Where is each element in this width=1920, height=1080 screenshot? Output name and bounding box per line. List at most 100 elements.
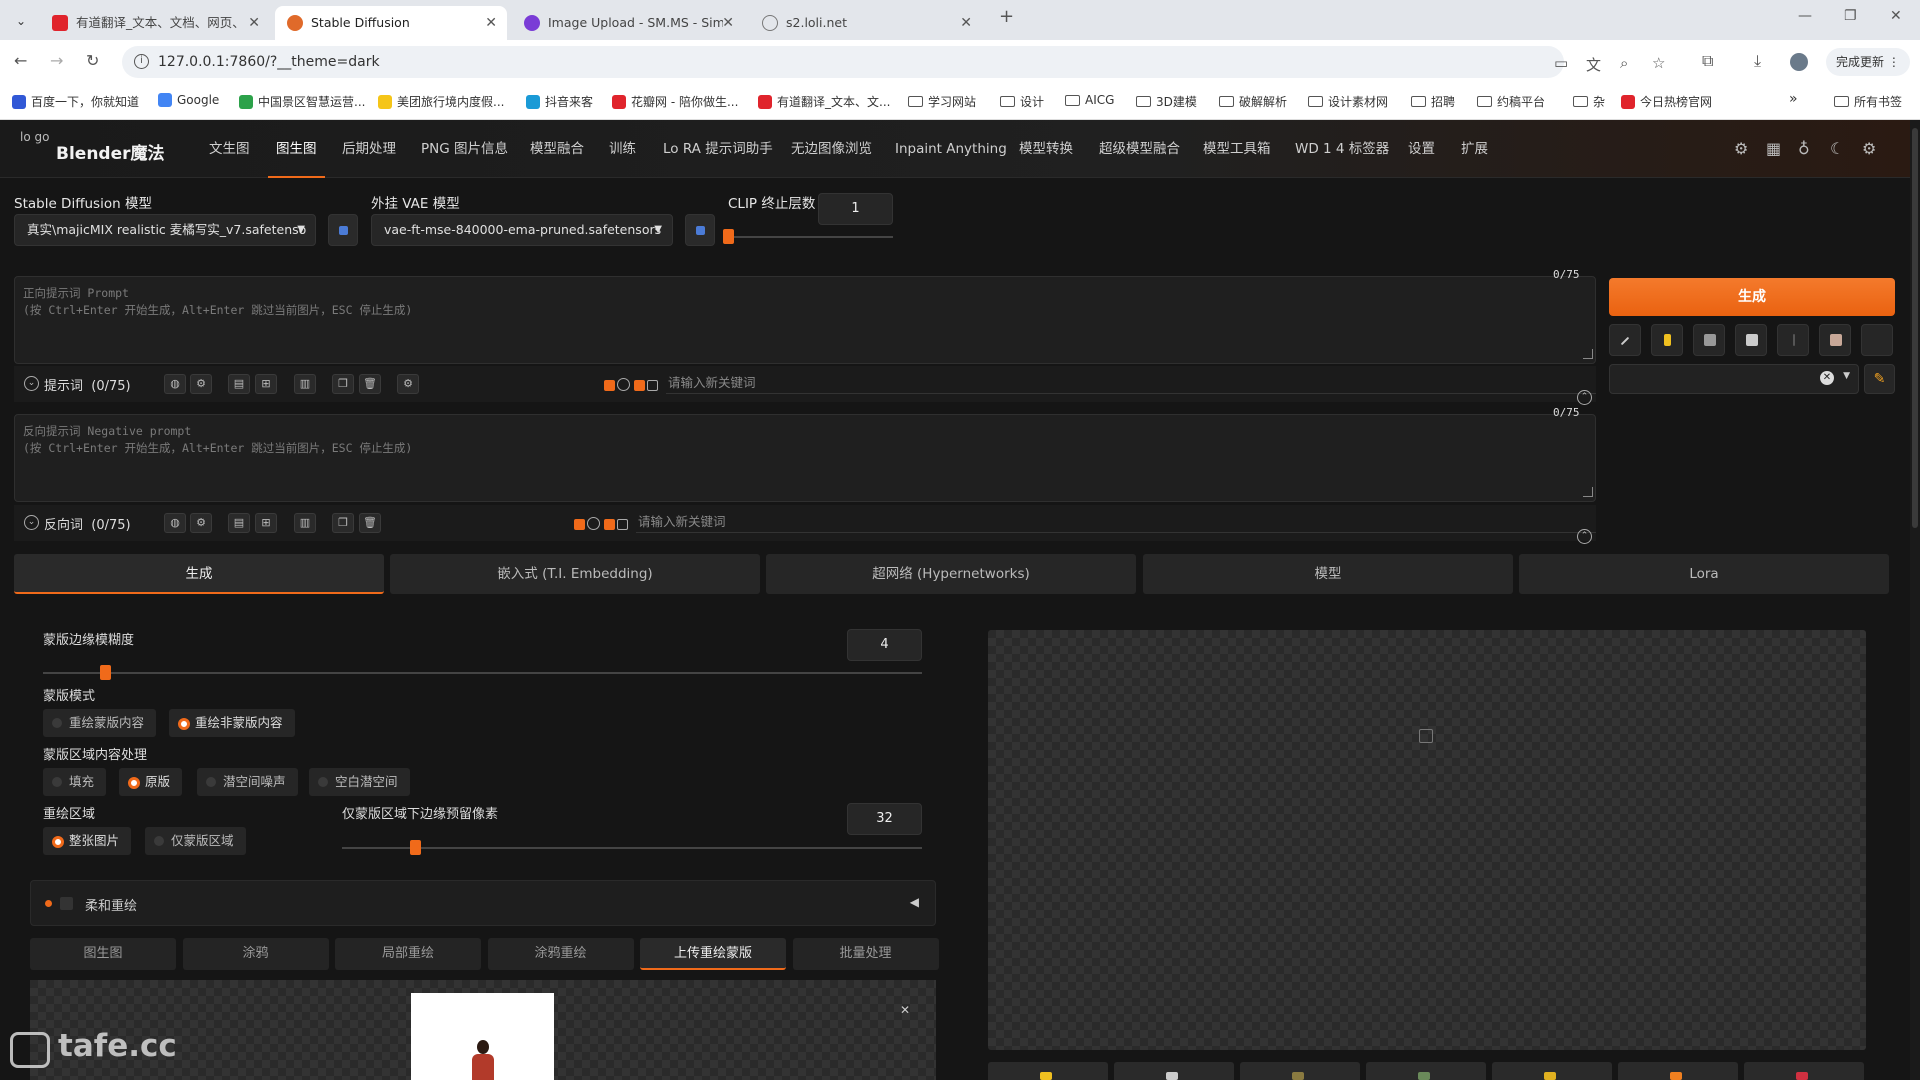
prompt-keyword-input[interactable]: 请输入新关键词 [666, 372, 1596, 394]
radio-only-masked[interactable]: 仅蒙版区域 [145, 827, 246, 855]
history-icon[interactable] [617, 378, 630, 391]
close-tab-icon[interactable]: ✕ [248, 9, 260, 37]
img2img-subtab[interactable]: 局部重绘 [335, 938, 481, 970]
sd-model-dropdown[interactable]: 真实\majicMIX realistic 麦橘写实_v7.safetenso ▼ [14, 214, 316, 246]
close-tab-icon[interactable]: ✕ [722, 9, 734, 37]
collapse-icon[interactable]: ⌄ [24, 515, 39, 530]
bookmark-item[interactable]: 约稿平台 [1477, 93, 1545, 110]
all-bookmarks[interactable]: 所有书签 [1834, 93, 1902, 110]
bookmark-icon[interactable]: ⊞ [255, 374, 277, 394]
img2img-subtab[interactable]: 涂鸦重绘 [487, 938, 634, 970]
checkbox-auto-translate[interactable] [574, 519, 585, 530]
tab-search-icon[interactable]: ⌄ [10, 10, 32, 32]
radio-latent-noise[interactable]: 潜空间噪声 [197, 768, 298, 796]
send-to-other-button[interactable] [1744, 1062, 1864, 1080]
cog-icon[interactable]: ⚙ [1862, 139, 1876, 158]
load-icon[interactable]: ▤ [228, 513, 250, 533]
radio-fill[interactable]: 填充 [43, 768, 107, 796]
mask-blur-input[interactable]: 4 [847, 629, 922, 661]
history-icon[interactable] [587, 517, 600, 530]
bookmark-item[interactable]: 破解解析 [1219, 93, 1287, 110]
nav-tab[interactable]: Inpaint Anything [895, 120, 1007, 178]
page-scrollbar[interactable] [1910, 120, 1920, 1080]
nav-tab[interactable]: 无边图像浏览 [791, 120, 872, 178]
expand-arrow-icon[interactable]: ◀ [910, 895, 919, 909]
translate-globe-icon[interactable]: ◍ [164, 374, 186, 394]
nav-tab[interactable]: 图生图 [268, 120, 325, 178]
tab-extra-network[interactable]: 超网络 (Hypernetworks) [766, 554, 1136, 594]
nav-tab[interactable]: 文生图 [209, 120, 250, 178]
clear-prompt-button[interactable] [1693, 324, 1725, 356]
grid-icon[interactable]: ▦ [1766, 139, 1781, 158]
checkbox-append[interactable] [604, 519, 615, 530]
load-icon[interactable]: ▤ [228, 374, 250, 394]
bookmark-item[interactable]: 今日热榜官网 [1621, 93, 1712, 110]
bookmark-item[interactable]: 美团旅行境内度假... [378, 93, 504, 110]
site-info-icon[interactable]: i [134, 54, 149, 69]
radio-latent-nothing[interactable]: 空白潜空间 [309, 768, 410, 796]
send-to-inpaint-button[interactable] [1492, 1062, 1612, 1080]
clip-skip-slider[interactable] [723, 229, 734, 244]
radio-whole-picture[interactable]: 整张图片 [43, 827, 132, 855]
nav-tab[interactable]: Lo RA 提示词助手 [663, 120, 773, 178]
paste-button[interactable] [1651, 324, 1683, 356]
nav-tab[interactable]: 超级模型融合 [1099, 120, 1180, 178]
negative-keyword-input[interactable]: 请输入新关键词 [636, 511, 1596, 533]
tab-generate[interactable]: 生成 [14, 554, 384, 594]
read-params-button[interactable] [1609, 324, 1641, 356]
close-tab-icon[interactable]: ✕ [485, 9, 497, 37]
prompt-textarea[interactable]: 正向提示词 Prompt (按 Ctrl+Enter 开始生成，Alt+Ente… [14, 276, 1596, 364]
padding-slider[interactable] [409, 840, 421, 855]
bookmark-item[interactable]: Google [158, 93, 219, 107]
scroll-up-icon[interactable]: ⌃ [1577, 390, 1592, 405]
tags-icon[interactable]: ▥ [294, 374, 316, 394]
address-bar[interactable]: i 127.0.0.1:7860/?__theme=dark ▭ 文 ⌕ ☆ [122, 46, 1665, 78]
resize-handle-icon[interactable] [1583, 487, 1593, 497]
clear-icon[interactable]: ✕ [1820, 371, 1834, 385]
browser-tab[interactable]: s2.loli.net ✕ [750, 6, 982, 40]
img2img-subtab[interactable]: 图生图 [30, 938, 176, 970]
tags-icon[interactable]: ▥ [294, 513, 316, 533]
extensions-icon[interactable]: ⧉ [1702, 51, 1713, 71]
save-style-button[interactable] [1819, 324, 1851, 356]
github-icon[interactable]: ♁ [1798, 139, 1810, 158]
nav-tab[interactable]: 模型转换 [1019, 120, 1073, 178]
nav-tab[interactable]: 设置 [1408, 120, 1435, 178]
profile-avatar[interactable] [1790, 53, 1808, 71]
more-bookmarks-icon[interactable]: » [1789, 91, 1798, 107]
vae-model-dropdown[interactable]: vae-ft-mse-840000-ema-pruned.safetensors… [371, 214, 673, 246]
checkbox-option[interactable] [617, 519, 628, 530]
bookmark-star-icon[interactable]: ☆ [1652, 54, 1665, 72]
checkbox-append[interactable] [634, 380, 645, 391]
reload-icon[interactable]: ↻ [86, 51, 99, 70]
zip-button[interactable] [1240, 1062, 1360, 1080]
moon-icon[interactable]: ☾ [1830, 139, 1844, 158]
bookmark-item[interactable]: 学习网站 [908, 93, 976, 110]
download-icon[interactable]: ⤓ [1754, 51, 1761, 71]
save-button[interactable] [1114, 1062, 1234, 1080]
browser-tab[interactable]: 有道翻译_文本、文档、网页、 ✕ [40, 6, 270, 40]
nav-tab[interactable]: WD 1 4 标签器 [1295, 120, 1389, 178]
resize-handle-icon[interactable] [1583, 349, 1593, 359]
edit-style-pencil-icon[interactable]: ✎ [1864, 364, 1895, 394]
nav-tab[interactable]: 扩展 [1461, 120, 1488, 178]
refresh-sd-model-button[interactable] [328, 214, 358, 246]
gear-icon[interactable]: ⚙ [397, 374, 419, 394]
radio-original[interactable]: 原版 [119, 768, 183, 796]
update-button[interactable]: 完成更新 ⋮ [1826, 48, 1910, 76]
nav-tab[interactable]: 后期处理 [342, 120, 396, 178]
bookmark-item[interactable]: 百度一下，你就知道 [12, 93, 139, 110]
close-window-icon[interactable]: ✕ [1890, 8, 1902, 24]
bookmark-item[interactable]: AICG [1065, 93, 1114, 107]
copy-icon[interactable]: ❐ [332, 374, 354, 394]
new-tab-button[interactable]: + [999, 6, 1014, 27]
extra-networks-button[interactable] [1735, 324, 1767, 356]
tab-extra-network[interactable]: 模型 [1143, 554, 1513, 594]
generate-button[interactable]: 生成 [1609, 278, 1895, 316]
trash-icon[interactable]: 🗑 [359, 374, 381, 394]
settings-icon[interactable]: ⚙ [190, 374, 212, 394]
padding-input[interactable]: 32 [847, 803, 922, 835]
negative-prompt-textarea[interactable]: 反向提示词 Negative prompt (按 Ctrl+Enter 开始生成… [14, 414, 1596, 502]
styles-dropdown[interactable]: ✕ ▼ [1609, 364, 1859, 394]
bookmark-item[interactable]: 有道翻译_文本、文... [758, 93, 890, 110]
